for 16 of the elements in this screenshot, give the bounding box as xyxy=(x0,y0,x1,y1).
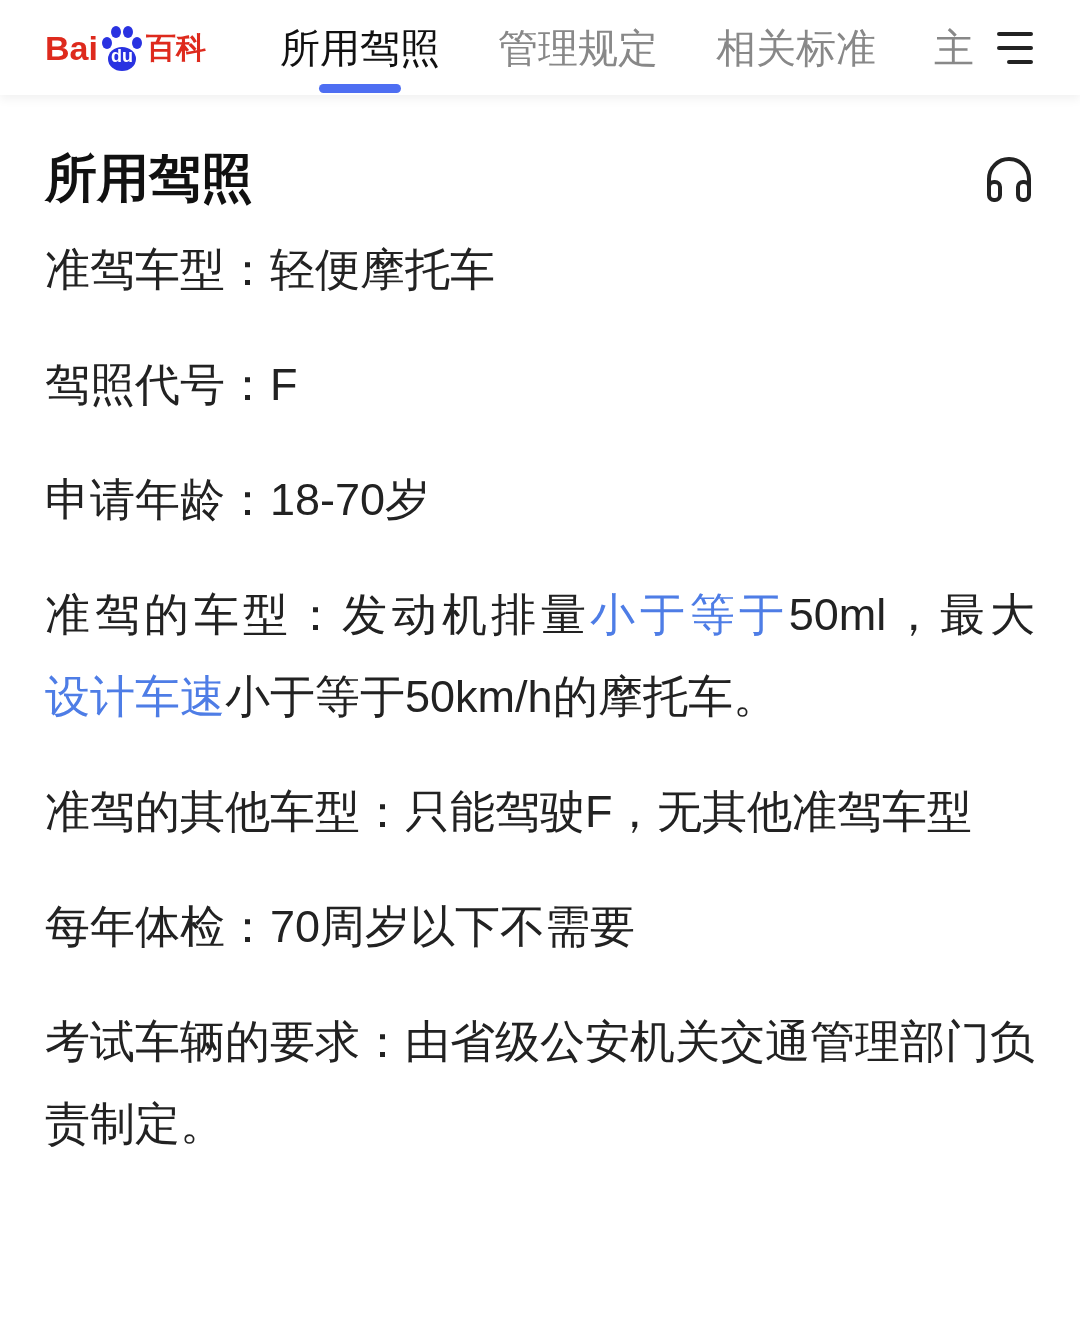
nav-tab[interactable]: 管理规定 xyxy=(498,0,658,95)
term-link[interactable]: 小于等于 xyxy=(590,589,789,640)
nav-tab[interactable]: 相关标准 xyxy=(716,0,876,95)
nav-tab[interactable]: 主 xyxy=(934,0,974,95)
logo[interactable]: Bai du 百科 xyxy=(45,24,220,71)
info-paragraph: 考试车辆的要求：由省级公安机关交通管理部门负责制定。 xyxy=(45,1015,1035,1151)
info-paragraph: 驾照代号：F xyxy=(45,358,299,412)
term-link[interactable]: 设计车速 xyxy=(45,671,225,722)
info-paragraph: 准驾的车型：发动机排量小于等于50ml，最大 设计车速小于等于50km/h的摩托车。 xyxy=(45,588,1035,724)
info-paragraph: 准驾车型：轻便摩托车 xyxy=(45,243,496,297)
info-paragraph: 每年体检：70周岁以下不需要 xyxy=(45,900,637,954)
info-paragraph: 申请年龄：18-70岁 xyxy=(45,473,432,527)
menu-icon[interactable] xyxy=(995,30,1035,65)
info-paragraph: 准驾的其他车型：只能驾驶F，无其他准驾车型 xyxy=(45,785,974,839)
nav-tab[interactable]: 所用驾照 xyxy=(280,0,440,95)
section-title: 所用驾照 xyxy=(45,152,253,204)
